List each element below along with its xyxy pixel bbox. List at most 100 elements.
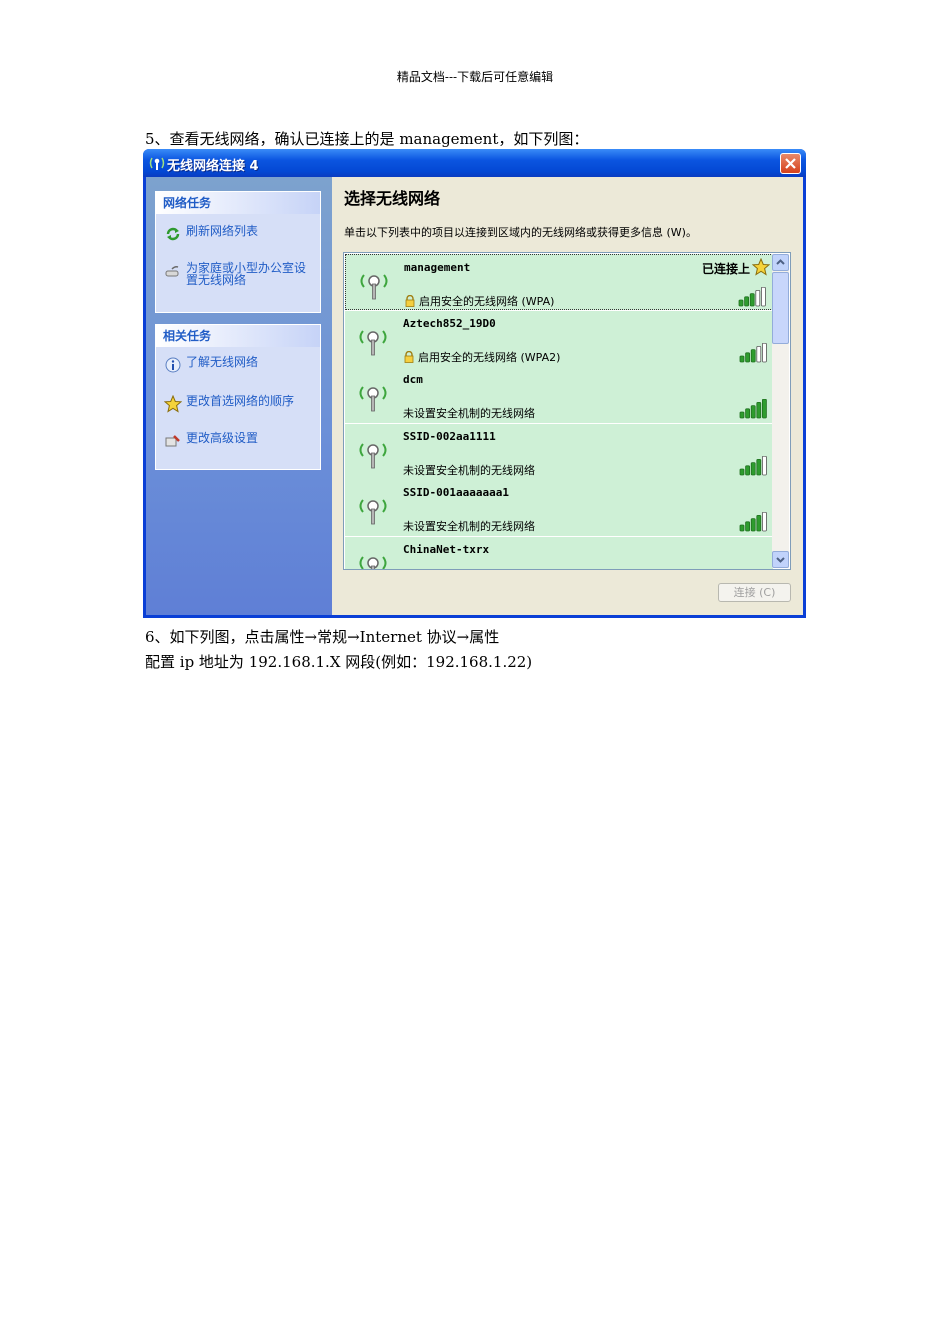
wireless-antenna-icon [359,329,387,355]
network-ssid: dcm [403,373,423,386]
connected-status: 已连接上 [701,262,750,276]
signal-bar [745,408,750,419]
signal-strength-icon [739,399,767,419]
network-item[interactable]: management 启用安全的无线网络 (WPA) 已连接上 [345,254,773,310]
paragraph-step6: 6、如下列图，点击属性→常规→Internet 协议→属性 [145,628,500,646]
signal-bar [761,287,766,307]
change-order-link[interactable]: 更改首选网络的顺序 [164,395,294,413]
scroll-up-button[interactable] [772,254,789,271]
info-icon [165,357,181,373]
refresh-label: 刷新网络列表 [186,224,259,238]
refresh-network-list-link[interactable]: 刷新网络列表 [164,225,258,243]
wireless-antenna-icon [359,386,387,412]
paragraph-step5: 5、查看无线网络，确认已连接上的是 management，如下列图： [145,130,589,148]
scroll-down-button[interactable] [772,551,789,568]
network-ssid: SSID-001aaaaaaa1 [403,486,509,499]
network-item[interactable]: Aztech852_19D0 启用安全的无线网络 (WPA2) [345,310,773,367]
network-security: 未设置安全机制的无线网络 [403,405,535,421]
network-item[interactable]: SSID-002aa1111 未设置安全机制的无线网络 [345,423,773,480]
network-security: 启用安全的无线网络 (WPA) [404,293,554,309]
learn-wireless-link[interactable]: 了解无线网络 [164,356,258,374]
related-tasks-panel: 相关任务 了解无线网络 更改首选网络的顺序 更改高级设置 [155,324,321,470]
signal-bar [739,411,745,419]
change-order-label: 更改首选网络的顺序 [186,394,295,408]
connect-button[interactable]: 连接 (C) [718,583,791,602]
main-pane: 选择无线网络 单击以下列表中的项目以连接到区域内的无线网络或获得更多信息 (W)… [332,177,803,615]
network-item[interactable]: SSID-001aaaaaaa1 未设置安全机制的无线网络 [345,480,773,536]
advanced-settings-label: 更改高级设置 [186,431,259,445]
signal-bar [749,293,755,307]
network-security-label: 未设置安全机制的无线网络 [403,520,535,533]
lock-icon [405,295,415,307]
related-tasks-heading: 相关任务 [156,325,320,347]
wireless-window: 无线网络连接 4 网络任务 刷新网络列表 为家庭或小型办公室设置无线网络 相关任… [143,149,806,618]
window-client: 网络任务 刷新网络列表 为家庭或小型办公室设置无线网络 相关任务 了解无线网络 … [146,177,803,615]
learn-wireless-label: 了解无线网络 [186,355,259,369]
network-security-label: 未设置安全机制的无线网络 [403,407,535,420]
signal-bar [738,299,744,307]
network-ssid: management [404,261,471,274]
window-title: 无线网络连接 4 [167,159,259,174]
signal-bar [739,524,745,532]
wireless-antenna-icon [359,442,387,468]
title-bar[interactable]: 无线网络连接 4 [143,149,806,177]
network-security-label: 启用安全的无线网络 (WPA) [419,295,555,308]
network-security: 启用安全的无线网络 (WPA2) [403,349,560,365]
signal-bar [762,455,767,475]
refresh-icon [166,227,180,241]
signal-bar [755,289,761,307]
network-security-label: 未设置安全机制的无线网络 [403,463,535,477]
network-list[interactable]: management 启用安全的无线网络 (WPA) 已连接上 Aztech852_1… [343,252,791,570]
network-item[interactable]: dcm 未设置安全机制的无线网络 [345,367,773,423]
signal-strength-icon [739,455,767,475]
signal-bar [744,296,749,307]
wireless-antenna-icon [359,555,387,569]
signal-bar [745,464,750,475]
wireless-icon [149,157,165,170]
network-item[interactable]: ChinaNet-txrx [345,536,773,569]
setup-wireless-label: 为家庭或小型办公室设置无线网络 [186,261,307,287]
task-sidebar: 网络任务 刷新网络列表 为家庭或小型办公室设置无线网络 相关任务 了解无线网络 … [146,177,332,615]
signal-bar [750,518,756,532]
main-title: 选择无线网络 [344,189,441,208]
scroll-thumb[interactable] [772,272,789,344]
signal-bar [745,521,750,532]
close-button[interactable] [780,153,801,174]
network-tasks-heading: 网络任务 [156,192,320,214]
close-icon [785,158,796,169]
network-security: 未设置安全机制的无线网络 [403,518,535,534]
chevron-down-icon [776,557,785,563]
network-ssid: SSID-002aa1111 [403,429,496,443]
signal-bar [739,355,745,362]
network-security-label: 启用安全的无线网络 (WPA2) [418,350,561,364]
network-security: 未设置安全机制的无线网络 [403,462,535,478]
signal-bar [756,458,762,475]
paragraph-ip-config: 配置 ip 地址为 192.168.1.X 网段(例如：192.168.1.22… [145,653,533,671]
chevron-up-icon [776,259,785,265]
setup-wireless-link[interactable]: 为家庭或小型办公室设置无线网络 [164,262,314,286]
star-icon [164,395,182,413]
signal-bar [750,405,756,419]
signal-bar [756,514,762,532]
signal-strength-icon [739,342,767,362]
settings-icon [165,435,180,447]
scrollbar[interactable] [772,254,789,568]
signal-bar [762,512,767,532]
network-tasks-panel: 网络任务 刷新网络列表 为家庭或小型办公室设置无线网络 [155,191,321,313]
network-ssid: ChinaNet-txrx [403,542,490,556]
signal-bar [745,351,750,362]
signal-bar [756,401,762,419]
signal-bar [756,345,762,362]
main-description: 单击以下列表中的项目以连接到区域内的无线网络或获得更多信息 (W)。 [344,226,697,239]
page-header: 精品文档---下载后可任意编辑 [396,70,554,84]
lock-icon [404,350,414,363]
signal-bar [762,399,767,419]
star-icon [752,258,770,276]
signal-strength-icon [739,512,767,532]
signal-bar [762,342,767,362]
signal-bar [750,461,756,475]
advanced-settings-link[interactable]: 更改高级设置 [164,432,258,450]
network-ssid: Aztech852_19D0 [403,316,496,330]
signal-bar [750,348,756,362]
wizard-icon [165,266,179,277]
